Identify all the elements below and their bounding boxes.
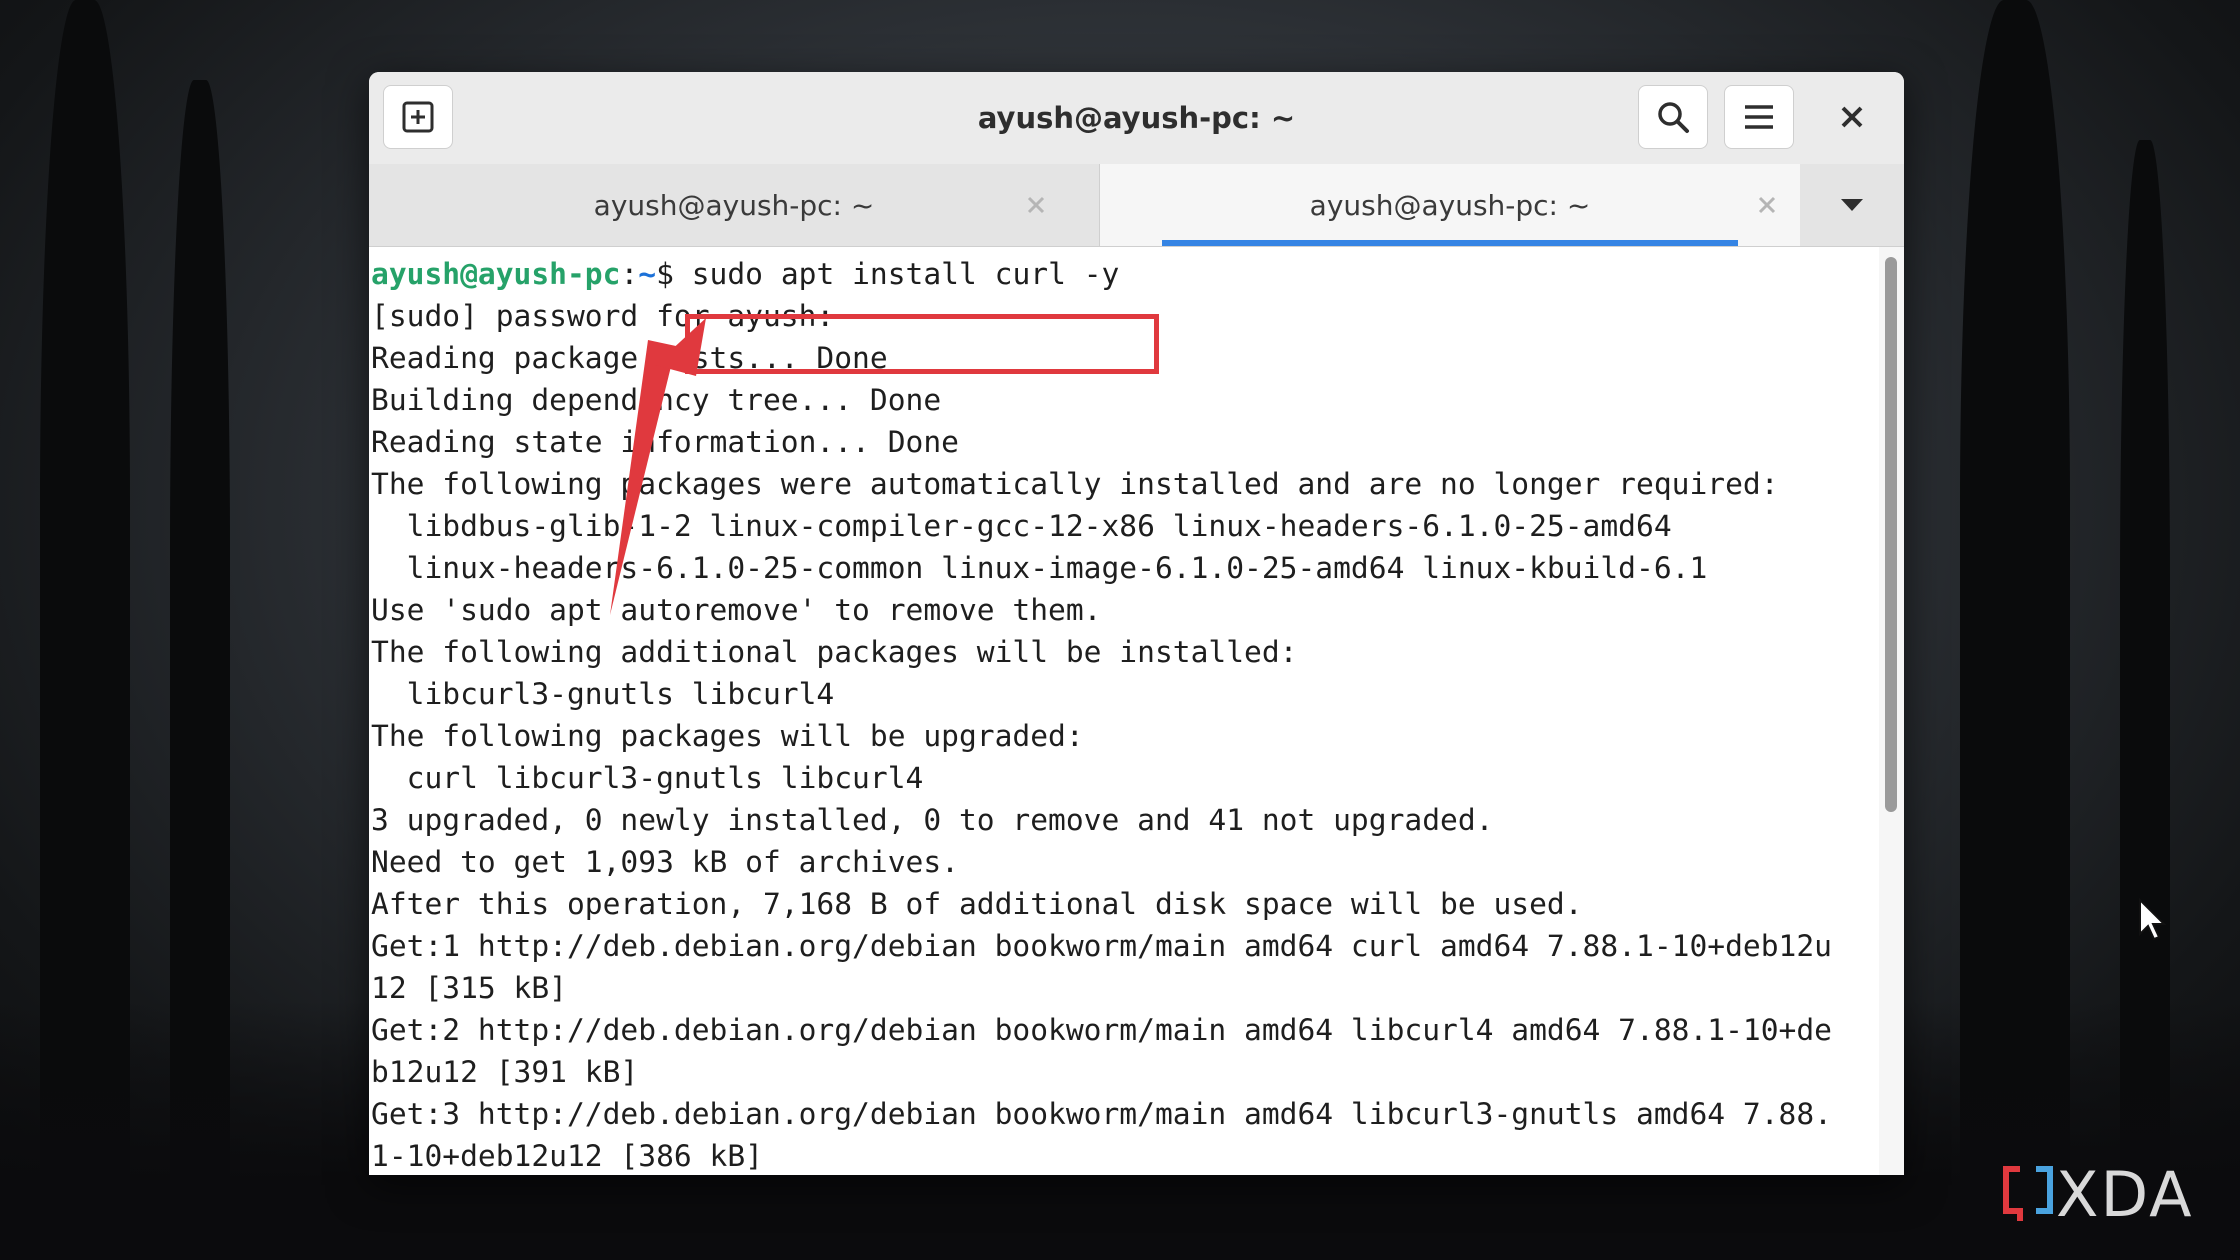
output-line: Reading package lists... Done [371, 341, 888, 375]
prompt-symbol: $ [656, 257, 692, 291]
prompt-line: ayush@ayush-pc:~$ sudo apt install curl … [369, 253, 1879, 295]
output-line: 12 [315 kB] [371, 971, 567, 1005]
output-line: Building dependency tree... Done [371, 383, 942, 417]
output-line: Use 'sudo apt autoremove' to remove them… [371, 593, 1102, 627]
prompt-separator: : [620, 257, 639, 291]
output-line: b12u12 [391 kB] [371, 1055, 639, 1089]
header-bar: ayush@ayush-pc: ~ [369, 72, 1904, 165]
prompt-path: ~ [638, 257, 657, 291]
command-text: sudo apt install curl -y [691, 257, 1120, 291]
output-line: Get:3 http://deb.debian.org/debian bookw… [371, 1097, 1832, 1131]
window-close-button[interactable] [1820, 85, 1884, 149]
tab-overview-dropdown[interactable] [1800, 164, 1904, 246]
hamburger-menu-icon [1745, 105, 1773, 129]
output-line: 3 upgraded, 0 newly installed, 0 to remo… [371, 803, 1494, 837]
terminal-window: ayush@ayush-pc: ~ ayush@ayush-pc: ~ ayus… [369, 72, 1904, 1175]
window-title: ayush@ayush-pc: ~ [977, 101, 1296, 135]
output-line: The following packages will be upgraded: [371, 719, 1084, 753]
xda-logo-icon [2003, 1165, 2053, 1221]
terminal-output[interactable]: ayush@ayush-pc:~$ sudo apt install curl … [369, 247, 1879, 1175]
search-icon [1658, 102, 1689, 133]
prompt-user: ayush@ayush-pc [371, 257, 621, 291]
output-line: Get:2 http://deb.debian.org/debian bookw… [371, 1013, 1832, 1047]
output-line: The following additional packages will b… [371, 635, 1298, 669]
close-icon [1841, 106, 1863, 128]
tab-label: ayush@ayush-pc: ~ [593, 188, 875, 222]
output-line: Need to get 1,093 kB of archives. [371, 845, 959, 879]
tab-bar: ayush@ayush-pc: ~ ayush@ayush-pc: ~ [369, 164, 1904, 247]
active-tab-indicator [1162, 240, 1738, 246]
search-button[interactable] [1638, 85, 1708, 149]
tab-close-button[interactable] [1750, 188, 1784, 222]
output-line: After this operation, 7,168 B of additio… [371, 887, 1583, 921]
output-line: The following packages were automaticall… [371, 467, 1779, 501]
output-line: curl libcurl3-gnutls libcurl4 [371, 761, 924, 795]
new-tab-icon [402, 101, 434, 133]
output-line: libcurl3-gnutls libcurl4 [371, 677, 835, 711]
scrollbar[interactable] [1879, 247, 1904, 1175]
output-line: libdbus-glib-1-2 linux-compiler-gcc-12-x… [371, 509, 1672, 543]
xda-logo: XDA [2000, 1158, 2194, 1231]
close-icon [1758, 196, 1776, 214]
output-line: Get:1 http://deb.debian.org/debian bookw… [371, 929, 1832, 963]
tab-close-button[interactable] [1019, 188, 1053, 222]
close-icon [1027, 196, 1045, 214]
tab-label: ayush@ayush-pc: ~ [1309, 188, 1591, 222]
menu-button[interactable] [1724, 85, 1794, 149]
xda-logo-text: XDA [2056, 1158, 2194, 1231]
mouse-cursor-icon [2139, 898, 2167, 941]
tab-2[interactable]: ayush@ayush-pc: ~ [1100, 164, 1800, 246]
output-line: Reading state information... Done [371, 425, 959, 459]
chevron-down-icon [1841, 199, 1863, 211]
tab-1[interactable]: ayush@ayush-pc: ~ [369, 164, 1099, 246]
output-line: linux-headers-6.1.0-25-common linux-imag… [371, 551, 1708, 585]
new-tab-button[interactable] [383, 85, 453, 149]
scrollbar-thumb[interactable] [1885, 257, 1897, 812]
output-line: 1-10+deb12u12 [386 kB] [371, 1139, 763, 1173]
output-line: [sudo] password for ayush: [371, 299, 835, 333]
